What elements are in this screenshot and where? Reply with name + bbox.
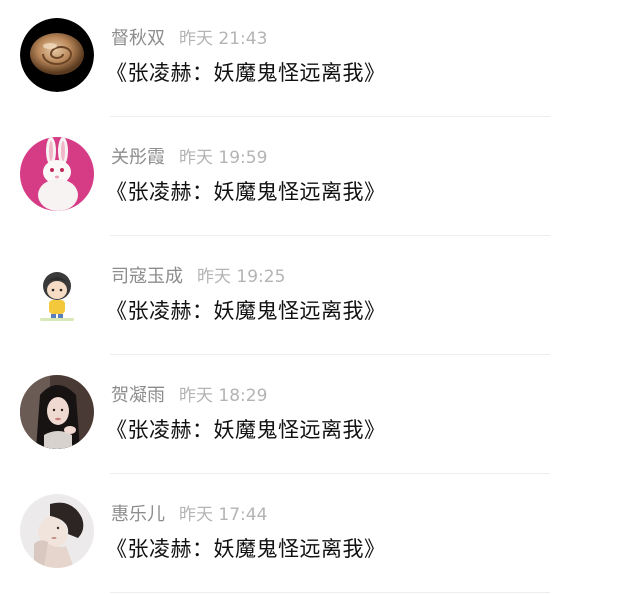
comment-text: 《张凌赫：妖魔鬼怪远离我》: [106, 537, 386, 561]
divider: [110, 592, 550, 593]
comment-meta: 司寇玉成 昨天 19:25: [111, 264, 285, 290]
comment-meta: 惠乐儿 昨天 17:44: [111, 502, 267, 528]
snail-shell-avatar-icon[interactable]: [20, 18, 94, 92]
comment-item[interactable]: 督秋双 昨天 21:43 《张凌赫：妖魔鬼怪远离我》: [0, 0, 640, 119]
username[interactable]: 司寇玉成: [111, 266, 183, 287]
comment-text: 《张凌赫：妖魔鬼怪远离我》: [106, 418, 386, 442]
white-rabbit-avatar-icon[interactable]: [20, 137, 94, 211]
profile-photo-avatar-icon[interactable]: [20, 494, 94, 568]
timestamp: 昨天 17:44: [179, 505, 268, 525]
timestamp: 昨天 18:29: [179, 386, 268, 406]
comment-meta: 关彤霞 昨天 19:59: [111, 145, 267, 171]
username[interactable]: 贺凝雨: [111, 385, 165, 406]
divider: [110, 235, 550, 236]
username[interactable]: 惠乐儿: [111, 504, 165, 525]
comment-item[interactable]: 惠乐儿 昨天 17:44 《张凌赫：妖魔鬼怪远离我》: [0, 476, 640, 595]
comment-text: 《张凌赫：妖魔鬼怪远离我》: [106, 61, 386, 85]
divider: [110, 473, 550, 474]
timestamp: 昨天 19:59: [179, 148, 268, 168]
divider: [110, 116, 550, 117]
comment-text: 《张凌赫：妖魔鬼怪远离我》: [106, 180, 386, 204]
comment-meta: 督秋双 昨天 21:43: [111, 26, 267, 52]
comment-meta: 贺凝雨 昨天 18:29: [111, 383, 267, 409]
divider: [110, 354, 550, 355]
username[interactable]: 督秋双: [111, 28, 165, 49]
comment-item[interactable]: 贺凝雨 昨天 18:29 《张凌赫：妖魔鬼怪远离我》: [0, 357, 640, 476]
cartoon-boy-avatar-icon[interactable]: [20, 256, 94, 330]
timestamp: 昨天 21:43: [179, 29, 268, 49]
girl-photo-avatar-icon[interactable]: [20, 375, 94, 449]
comment-text: 《张凌赫：妖魔鬼怪远离我》: [106, 299, 386, 323]
username[interactable]: 关彤霞: [111, 147, 165, 168]
comment-list: 督秋双 昨天 21:43 《张凌赫：妖魔鬼怪远离我》 关彤霞 昨天 19:59 《张…: [0, 0, 640, 595]
comment-item[interactable]: 关彤霞 昨天 19:59 《张凌赫：妖魔鬼怪远离我》: [0, 119, 640, 238]
timestamp: 昨天 19:25: [197, 267, 286, 287]
comment-item[interactable]: 司寇玉成 昨天 19:25 《张凌赫：妖魔鬼怪远离我》: [0, 238, 640, 357]
